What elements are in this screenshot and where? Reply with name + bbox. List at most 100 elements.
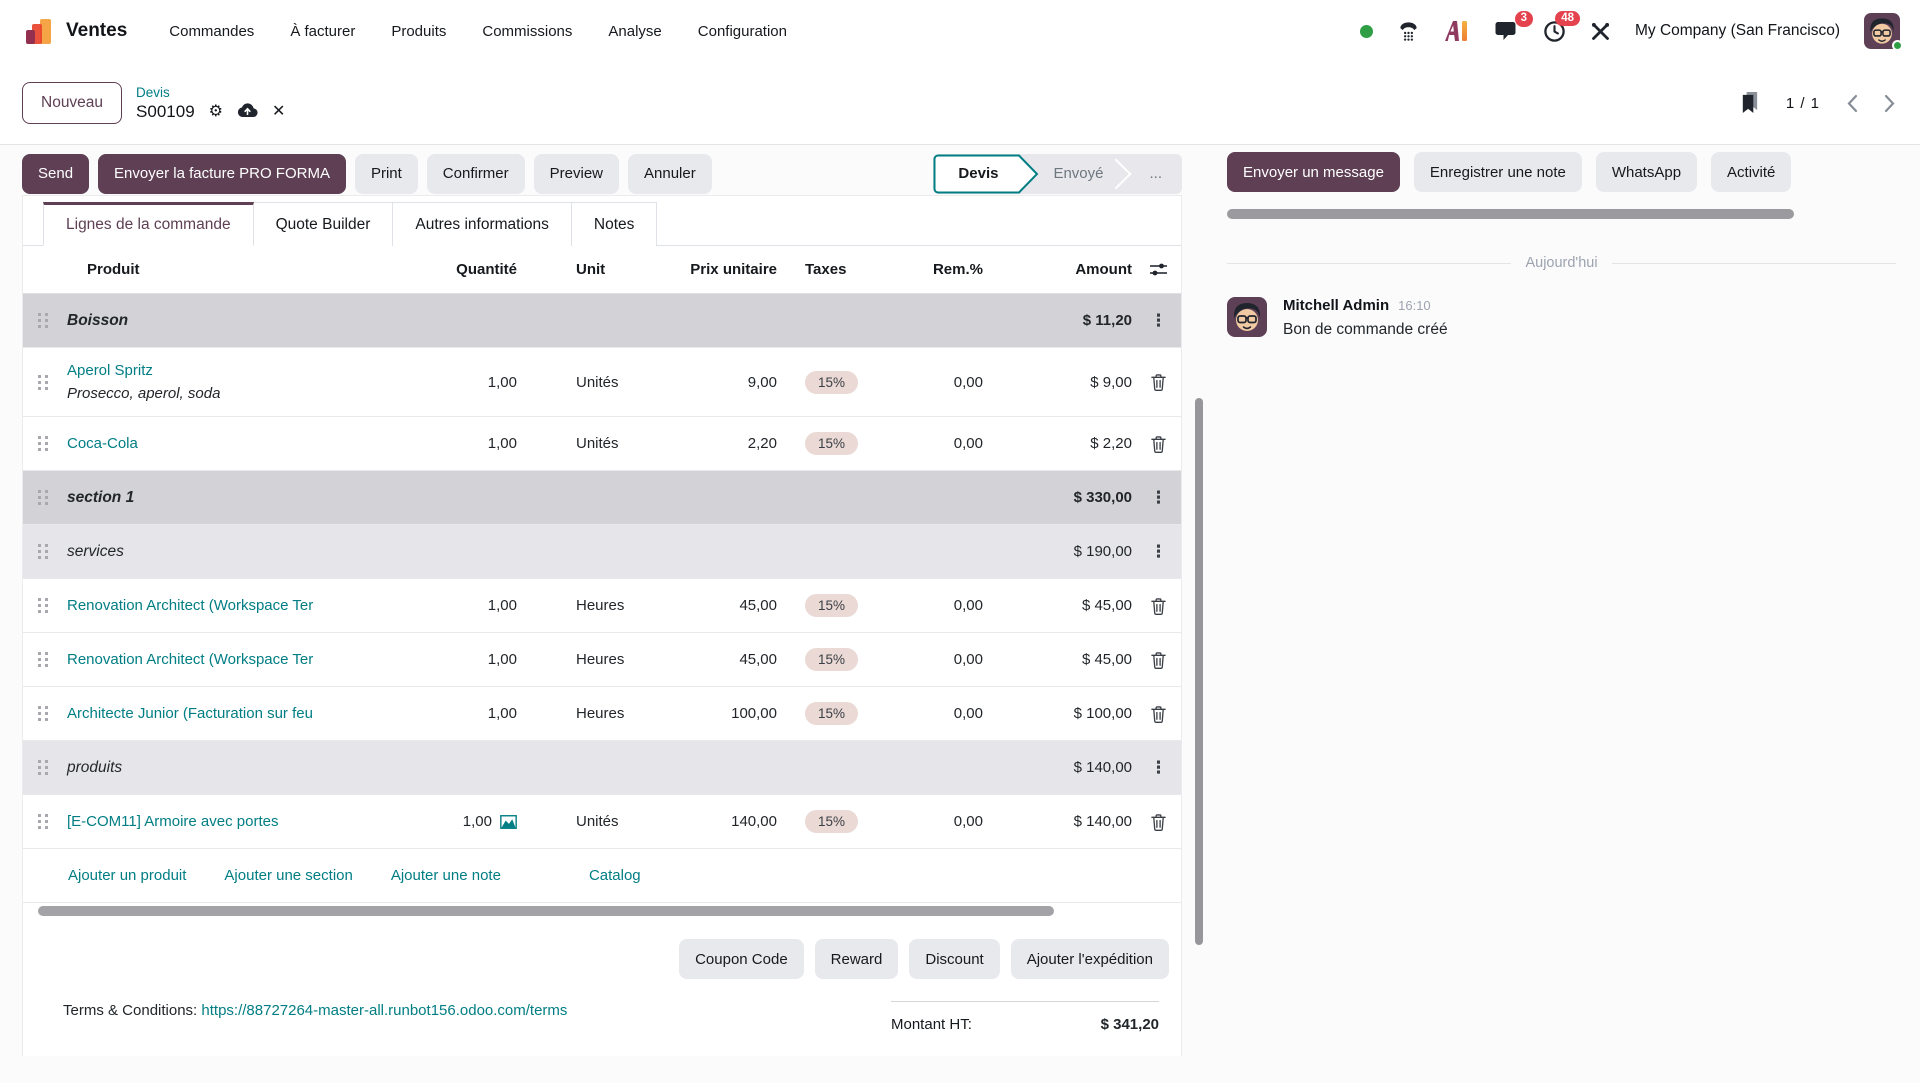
row-drag-handle[interactable] <box>23 652 63 667</box>
section-row[interactable]: produits$ 140,00⋮ <box>23 741 1181 795</box>
kebab-menu-icon[interactable]: ⋮ <box>1150 758 1167 778</box>
breadcrumb-parent-devis[interactable]: Devis <box>136 85 285 100</box>
section-name[interactable]: section 1 <box>63 489 991 507</box>
product-cell[interactable]: [E-COM11] Armoire avec portes <box>63 813 391 830</box>
unit-cell[interactable]: Unités <box>521 374 641 391</box>
coupon-code-button[interactable]: Coupon Code <box>679 939 804 979</box>
row-drag-handle[interactable] <box>23 313 63 328</box>
status-step-devis-active[interactable]: Devis <box>933 154 1039 194</box>
section-name[interactable]: produits <box>63 759 991 777</box>
product-cell[interactable]: Architecte Junior (Facturation sur feu <box>63 705 391 722</box>
new-record-button[interactable]: Nouveau <box>22 82 122 124</box>
unit-cell[interactable]: Heures <box>521 597 641 614</box>
col-header-unit[interactable]: Unit <box>521 261 641 278</box>
section-menu[interactable]: ⋮ <box>1136 488 1181 508</box>
product-name-link[interactable]: Renovation Architect (Workspace Ter <box>67 597 313 614</box>
product-row[interactable]: Aperol SpritzProsecco, aperol, soda1,00U… <box>23 348 1181 417</box>
user-avatar[interactable] <box>1864 13 1900 49</box>
status-step-envoye[interactable]: Envoyé <box>1039 154 1129 194</box>
add-product-link[interactable]: Ajouter un produit <box>68 867 186 884</box>
app-brand[interactable]: Ventes <box>24 16 127 46</box>
col-header-taxes[interactable]: Taxes <box>781 261 901 278</box>
log-note-button[interactable]: Enregistrer une note <box>1414 152 1582 192</box>
taxes-cell[interactable]: 15% <box>781 810 901 833</box>
terms-link[interactable]: https://88727264-master-all.runbot156.od… <box>201 1002 567 1019</box>
product-row[interactable]: Architecte Junior (Facturation sur feu1,… <box>23 687 1181 741</box>
tax-badge[interactable]: 15% <box>805 594 858 617</box>
tab-quote-builder[interactable]: Quote Builder <box>254 202 394 246</box>
tax-badge[interactable]: 15% <box>805 648 858 671</box>
row-drag-handle[interactable] <box>23 814 63 829</box>
company-switcher[interactable]: My Company (San Francisco) <box>1635 22 1840 40</box>
form-vscroll-thumb[interactable] <box>1195 398 1203 945</box>
product-name-link[interactable]: Coca-Cola <box>67 435 138 452</box>
taxes-cell[interactable]: 15% <box>781 594 901 617</box>
add-note-link[interactable]: Ajouter une note <box>391 867 501 884</box>
product-name-link[interactable]: Renovation Architect (Workspace Ter <box>67 651 313 668</box>
product-row[interactable]: Coca-Cola1,00Unités2,2015%0,00$ 2,20 <box>23 417 1181 471</box>
app-name[interactable]: Ventes <box>66 20 127 42</box>
send-proforma-button[interactable]: Envoyer la facture PRO FORMA <box>98 154 346 194</box>
bookmark-icon[interactable] <box>1739 91 1760 116</box>
delete-line[interactable] <box>1136 373 1181 391</box>
unit-cell[interactable]: Heures <box>521 651 641 668</box>
quantity-cell[interactable]: 1,00 <box>391 435 521 452</box>
section-menu[interactable]: ⋮ <box>1136 542 1181 562</box>
delete-line[interactable] <box>1136 651 1181 669</box>
preview-button[interactable]: Preview <box>534 154 619 194</box>
section-menu[interactable]: ⋮ <box>1136 311 1181 331</box>
row-drag-handle[interactable] <box>23 490 63 505</box>
taxes-cell[interactable]: 15% <box>781 371 901 394</box>
tab-autres-informations[interactable]: Autres informations <box>393 202 572 246</box>
col-header-rem[interactable]: Rem.% <box>901 261 991 278</box>
product-row[interactable]: [E-COM11] Armoire avec portes1,00Unités1… <box>23 795 1181 849</box>
kebab-menu-icon[interactable]: ⋮ <box>1150 542 1167 562</box>
unit-price-cell[interactable]: 100,00 <box>641 705 781 722</box>
cancel-button[interactable]: Annuler <box>628 154 712 194</box>
message-author[interactable]: Mitchell Admin <box>1283 297 1389 314</box>
col-header-produit[interactable]: Produit <box>63 261 391 278</box>
save-cloud-icon[interactable] <box>237 102 258 122</box>
gear-actions-icon[interactable]: ⚙ <box>209 104 223 120</box>
product-cell[interactable]: Aperol SpritzProsecco, aperol, soda <box>63 362 391 402</box>
menu-commissions[interactable]: Commissions <box>482 23 572 40</box>
tax-badge[interactable]: 15% <box>805 432 858 455</box>
unit-price-cell[interactable]: 140,00 <box>641 813 781 830</box>
tab-notes[interactable]: Notes <box>572 202 658 246</box>
section-name[interactable]: services <box>63 543 991 561</box>
section-row[interactable]: services$ 190,00⋮ <box>23 525 1181 579</box>
trash-icon[interactable] <box>1150 597 1167 615</box>
section-name[interactable]: Boisson <box>63 312 991 330</box>
trash-icon[interactable] <box>1150 435 1167 453</box>
product-name-link[interactable]: Aperol Spritz <box>67 362 153 379</box>
taxes-cell[interactable]: 15% <box>781 648 901 671</box>
taxes-cell[interactable]: 15% <box>781 702 901 725</box>
chatter-hscroll-thumb[interactable] <box>1227 209 1794 219</box>
print-button[interactable]: Print <box>355 154 418 194</box>
unit-cell[interactable]: Unités <box>521 813 641 830</box>
quantity-cell[interactable]: 1,00 <box>391 813 521 830</box>
row-drag-handle[interactable] <box>23 706 63 721</box>
discount-cell[interactable]: 0,00 <box>901 374 991 391</box>
forecast-chart-icon[interactable] <box>500 815 517 829</box>
tax-badge[interactable]: 15% <box>805 810 858 833</box>
discount-cell[interactable]: 0,00 <box>901 651 991 668</box>
menu-produits[interactable]: Produits <box>391 23 446 40</box>
delete-line[interactable] <box>1136 435 1181 453</box>
delete-line[interactable] <box>1136 813 1181 831</box>
section-row[interactable]: Boisson$ 11,20⋮ <box>23 294 1181 348</box>
unit-price-cell[interactable]: 9,00 <box>641 374 781 391</box>
unit-cell[interactable]: Unités <box>521 435 641 452</box>
delete-line[interactable] <box>1136 705 1181 723</box>
col-header-amount[interactable]: Amount <box>991 261 1136 278</box>
product-cell[interactable]: Renovation Architect (Workspace Ter <box>63 597 391 614</box>
column-options-icon[interactable] <box>1136 262 1181 277</box>
product-cell[interactable]: Renovation Architect (Workspace Ter <box>63 651 391 668</box>
menu-commandes[interactable]: Commandes <box>169 23 254 40</box>
trash-icon[interactable] <box>1150 651 1167 669</box>
product-name-link[interactable]: Architecte Junior (Facturation sur feu <box>67 705 313 722</box>
discount-cell[interactable]: 0,00 <box>901 813 991 830</box>
pager-next-icon[interactable] <box>1884 94 1896 113</box>
activities-clock-icon[interactable]: 48 <box>1543 20 1566 43</box>
trash-icon[interactable] <box>1150 705 1167 723</box>
